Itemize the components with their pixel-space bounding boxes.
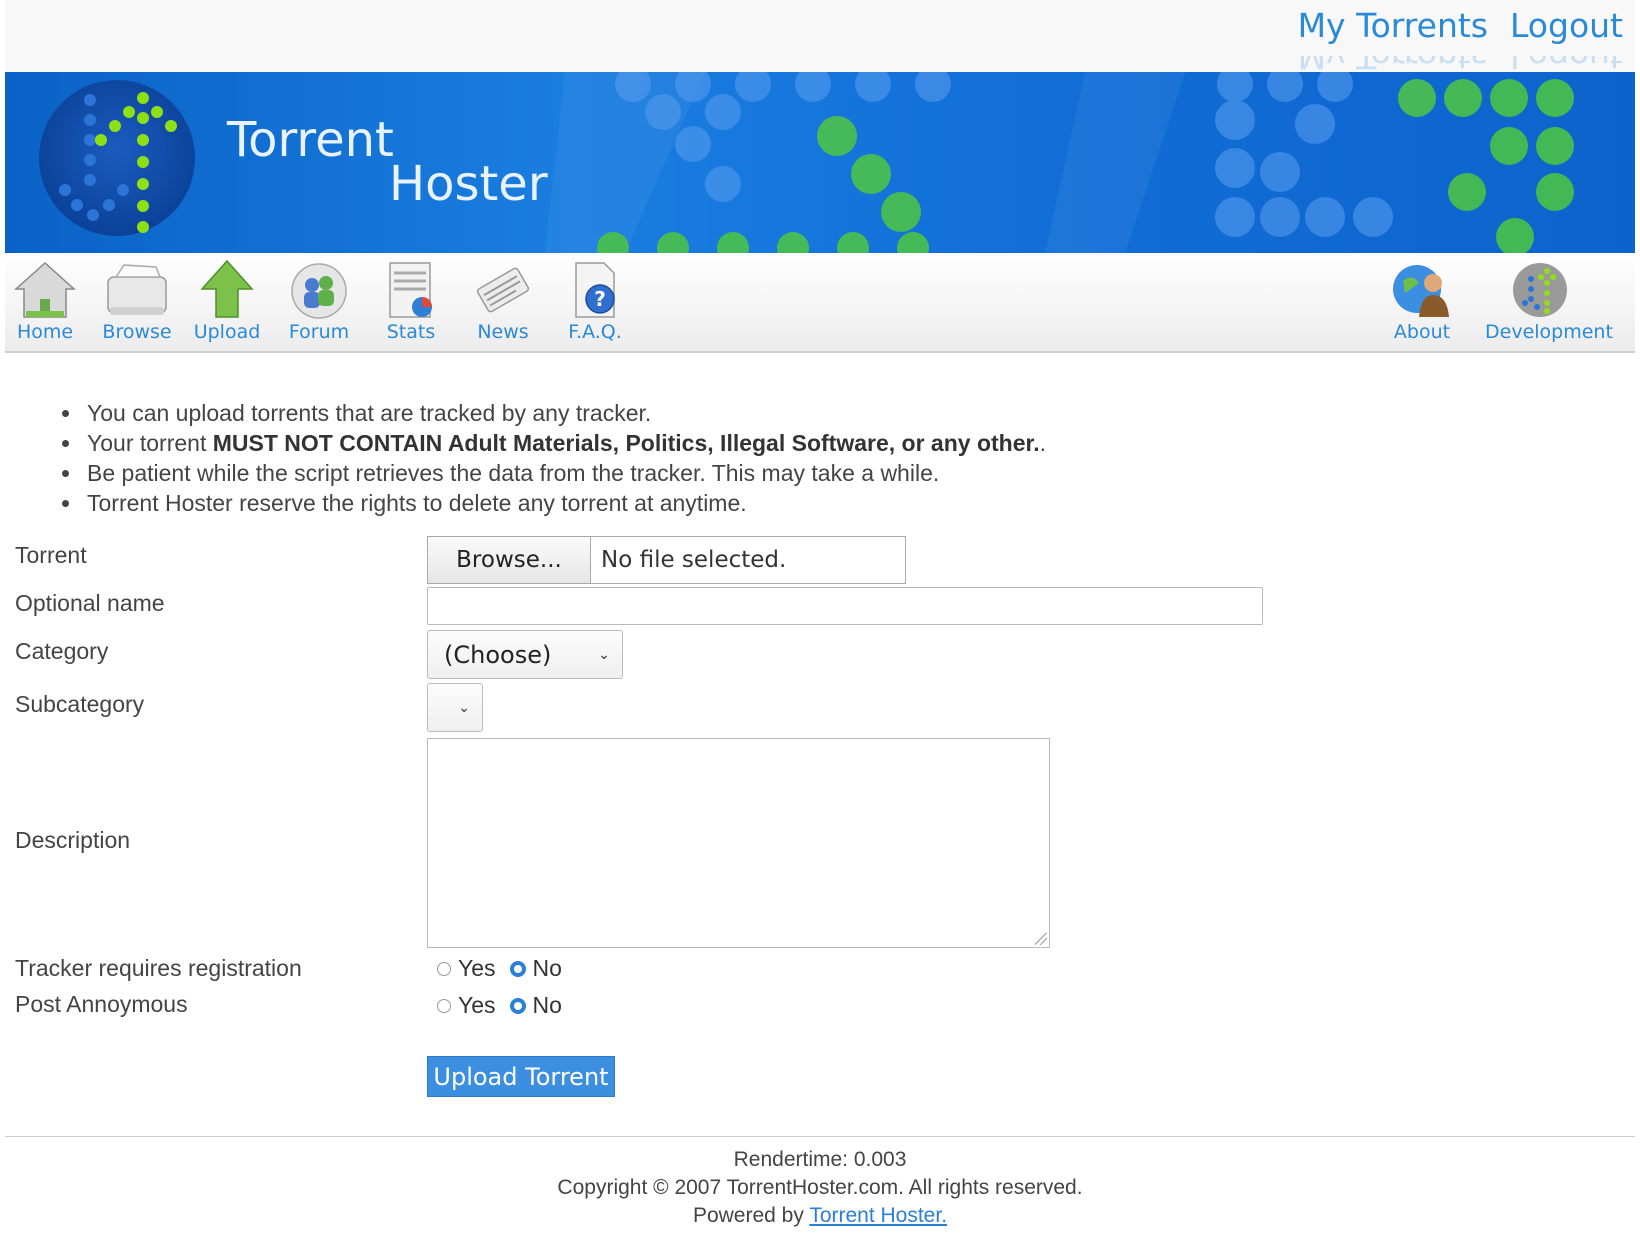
rule-text: Your torrent xyxy=(87,430,213,456)
nav-forum[interactable]: Forum xyxy=(273,259,365,343)
nav-stats[interactable]: Stats xyxy=(365,259,457,343)
tracker-registration-label: Tracker requires registration xyxy=(15,955,302,981)
upload-arrow-icon xyxy=(200,259,254,318)
stats-icon xyxy=(389,262,432,318)
nav-news[interactable]: News xyxy=(457,259,549,343)
logout-link[interactable]: Logout Logout xyxy=(1510,6,1623,46)
post-anonymous-label: Post Annoymous xyxy=(15,991,188,1017)
development-icon xyxy=(1513,263,1567,317)
main-nav: Home Browse Upload Forum Stats News ? F.… xyxy=(5,253,1635,353)
brand-title-line2: Hoster xyxy=(389,156,548,212)
tracker-registration-radio-group: Yes No xyxy=(437,955,576,982)
rule-text: . xyxy=(1039,430,1046,456)
post-anonymous-radio-group: Yes No xyxy=(437,992,576,1019)
nav-news-label: News xyxy=(477,321,529,343)
nav-browse-label: Browse xyxy=(102,321,172,343)
home-icon xyxy=(14,261,76,318)
category-select[interactable]: (Choose) ⌄ xyxy=(427,630,623,679)
nav-faq-label: F.A.Q. xyxy=(568,321,622,343)
anon-yes-label: Yes xyxy=(458,992,496,1018)
subcategory-label: Subcategory xyxy=(15,691,145,717)
rule-text: You can upload torrents that are tracked… xyxy=(87,400,652,426)
rule-item: Your torrent MUST NOT CONTAIN Adult Mate… xyxy=(83,428,1046,458)
resize-handle-icon[interactable] xyxy=(1035,933,1047,945)
forum-icon xyxy=(291,263,347,319)
upload-rules-list: You can upload torrents that are tracked… xyxy=(63,398,1046,518)
chevron-down-icon: ⌄ xyxy=(598,646,610,663)
nav-about-label: About xyxy=(1393,321,1451,343)
description-label: Description xyxy=(15,827,131,853)
rule-text: Be patient while the script retrieves th… xyxy=(87,460,940,486)
nav-about[interactable]: About xyxy=(1376,259,1468,343)
my-torrents-link[interactable]: My Torrents My Torrents xyxy=(1298,6,1488,46)
anon-yes-radio[interactable] xyxy=(437,998,451,1013)
torrent-file-input[interactable]: Browse... No file selected. xyxy=(427,536,906,584)
category-label: Category xyxy=(15,638,109,664)
top-links: My Torrents My Torrents Logout Logout xyxy=(1298,6,1623,46)
nav-development-label: Development xyxy=(1485,321,1613,343)
upload-torrent-button[interactable]: Upload Torrent xyxy=(427,1056,615,1097)
tracker-yes-radio[interactable] xyxy=(437,961,451,976)
site-logo xyxy=(39,80,195,236)
nav-home[interactable]: Home xyxy=(0,259,91,343)
category-selected-value: (Choose) xyxy=(444,640,552,669)
nav-home-label: Home xyxy=(16,321,74,343)
powered-by-line: Powered by Torrent Hoster. xyxy=(5,1202,1635,1230)
faq-icon: ? xyxy=(575,262,615,318)
subcategory-select[interactable]: ⌄ xyxy=(427,683,483,732)
copyright-text: Copyright © 2007 TorrentHoster.com. All … xyxy=(557,1176,1083,1199)
optional-name-input[interactable] xyxy=(427,587,1263,625)
nav-upload-label: Upload xyxy=(193,321,261,343)
tracker-no-label: No xyxy=(532,955,562,981)
nav-faq[interactable]: ? F.A.Q. xyxy=(549,259,641,343)
browse-icon xyxy=(107,264,167,315)
browse-button[interactable]: Browse... xyxy=(428,537,591,583)
rule-item: Torrent Hoster reserve the rights to del… xyxy=(83,488,1046,518)
optional-name-label: Optional name xyxy=(15,590,165,616)
description-textarea[interactable] xyxy=(427,738,1050,948)
rule-emphasis: MUST NOT CONTAIN Adult Materials, Politi… xyxy=(212,430,1040,456)
page: My Torrents My Torrents Logout Logout To… xyxy=(5,0,1635,1227)
footer: Rendertime: 0.003 Copyright © 2007 Torre… xyxy=(5,1146,1635,1230)
anon-no-label: No xyxy=(532,992,562,1018)
nav-development[interactable]: Development xyxy=(1485,259,1613,343)
footer-divider xyxy=(5,1136,1635,1137)
rule-text: Torrent Hoster reserve the rights to del… xyxy=(87,490,747,516)
top-bar: My Torrents My Torrents Logout Logout xyxy=(5,0,1635,72)
rendertime-text: Rendertime: 0.003 xyxy=(733,1148,907,1171)
rule-item: You can upload torrents that are tracked… xyxy=(83,398,1046,428)
nav-forum-label: Forum xyxy=(288,321,350,343)
tracker-yes-label: Yes xyxy=(458,955,496,981)
chevron-down-icon: ⌄ xyxy=(458,699,470,716)
rule-item: Be patient while the script retrieves th… xyxy=(83,458,1046,488)
brand-title-line1: Torrent xyxy=(227,112,394,168)
powered-by-text: Powered by xyxy=(692,1204,810,1227)
torrent-hoster-link[interactable]: Torrent Hoster. xyxy=(809,1204,947,1227)
torrent-label: Torrent xyxy=(15,542,87,568)
nav-upload[interactable]: Upload xyxy=(181,259,273,343)
news-icon xyxy=(476,267,530,313)
tracker-no-radio[interactable] xyxy=(509,960,526,977)
anon-no-radio[interactable] xyxy=(509,997,526,1014)
header-banner: Torrent Hoster xyxy=(5,72,1635,253)
nav-browse[interactable]: Browse xyxy=(91,259,183,343)
svg-text:?: ? xyxy=(594,287,606,311)
about-icon xyxy=(1393,265,1449,317)
file-status-text: No file selected. xyxy=(601,547,787,573)
nav-stats-label: Stats xyxy=(386,321,436,343)
